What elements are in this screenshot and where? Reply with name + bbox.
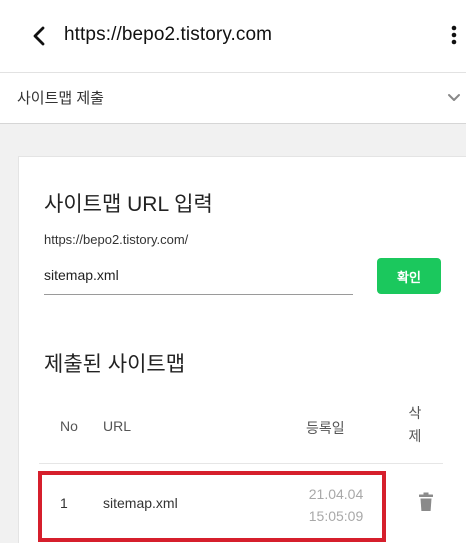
vertical-ellipsis-icon xyxy=(451,25,457,45)
sitemap-url-heading: 사이트맵 URL 입력 xyxy=(44,193,213,216)
column-header-date: 등록일 xyxy=(306,420,345,436)
chevron-down-icon xyxy=(448,94,460,101)
base-url: https://bepo2.tistory.com/ xyxy=(44,232,189,247)
top-bar: https://bepo2.tistory.com xyxy=(0,0,466,73)
sitemap-input-wrapper xyxy=(44,260,353,295)
sitemap-input[interactable] xyxy=(44,260,353,290)
page-url: https://bepo2.tistory.com xyxy=(64,24,273,45)
section-dropdown[interactable]: 사이트맵 제출 xyxy=(0,73,466,124)
table-header-divider xyxy=(39,463,443,464)
more-options-button[interactable] xyxy=(444,22,464,50)
highlight-box xyxy=(38,471,386,542)
page: https://bepo2.tistory.com 사이트맵 제출 사이트맵 U… xyxy=(0,0,466,543)
back-button[interactable] xyxy=(26,22,54,50)
section-title: 사이트맵 제출 xyxy=(17,90,104,107)
column-header-url: URL xyxy=(103,418,132,434)
column-header-delete: 삭 제 xyxy=(407,402,423,448)
trash-icon xyxy=(419,492,433,511)
chevron-left-icon xyxy=(33,26,45,46)
delete-button[interactable] xyxy=(418,492,434,512)
column-header-delete-line2: 제 xyxy=(408,428,422,444)
confirm-button[interactable]: 확인 xyxy=(377,258,441,294)
submitted-sitemaps-heading: 제출된 사이트맵 xyxy=(44,353,186,376)
column-header-no: No xyxy=(60,418,78,434)
column-header-delete-line1: 삭 xyxy=(408,405,422,421)
